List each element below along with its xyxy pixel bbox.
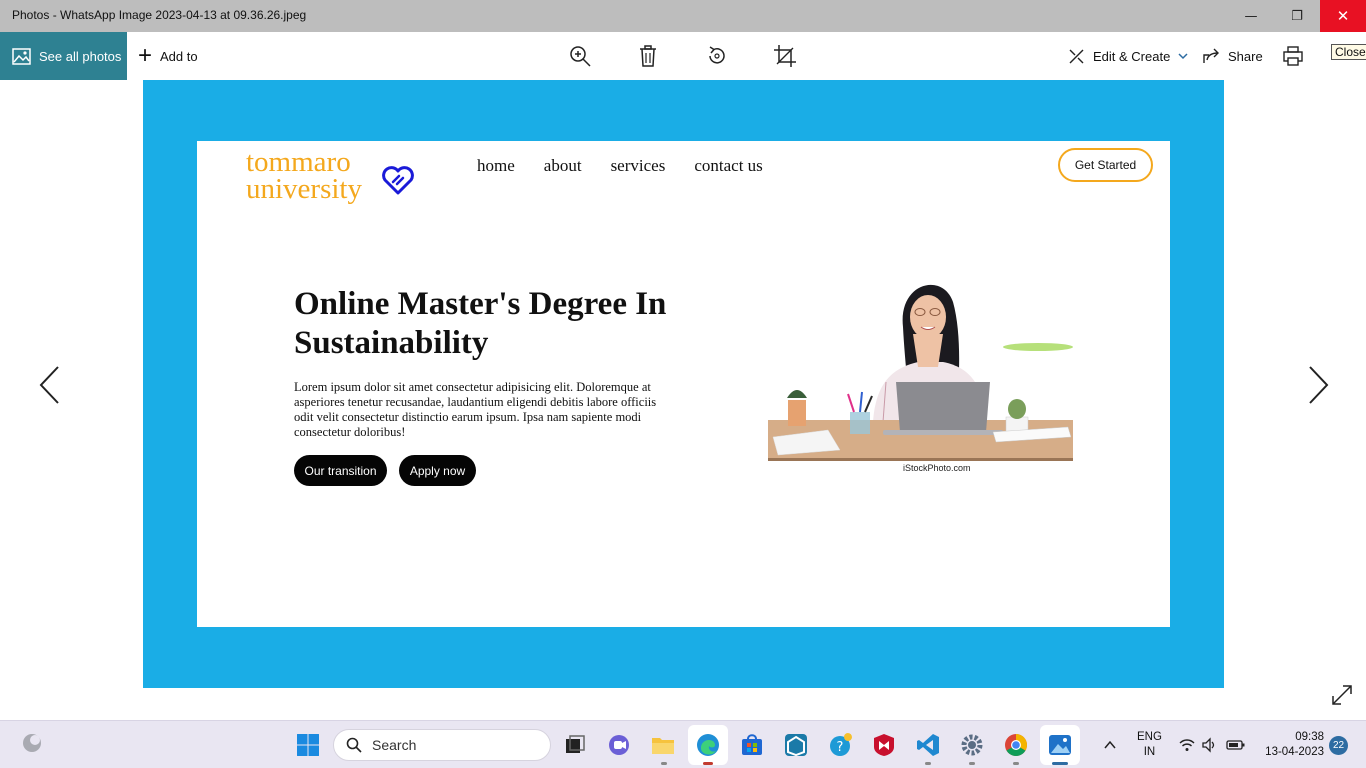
previous-arrow-icon[interactable] [38,365,62,405]
plus-icon: + [138,42,153,69]
vscode-icon[interactable] [916,733,940,757]
share-button[interactable]: Share [1203,32,1263,80]
apply-now-button: Apply now [399,455,476,486]
our-transition-button: Our transition [294,455,387,486]
mcafee-icon[interactable] [872,733,896,757]
language-line-1: ENG [1137,731,1162,743]
settings-running-indicator [969,762,975,765]
chevron-up-icon[interactable] [1103,738,1117,752]
notification-badge[interactable]: 22 [1329,736,1348,755]
photos-running-indicator [1052,762,1068,765]
rotate-icon[interactable] [705,44,729,68]
language-indicator[interactable]: ENG IN [1137,730,1162,760]
explorer-running-indicator [661,762,667,765]
volume-icon[interactable] [1201,737,1217,753]
edit-create-label: Edit & Create [1093,48,1171,64]
share-label: Share [1228,48,1263,64]
edit-create-button[interactable]: Edit & Create [1068,32,1196,80]
teams-chat-icon[interactable] [607,733,631,757]
image-watermark: iStockPhoto.com [903,463,971,473]
nav-services: services [610,156,666,175]
chrome-icon[interactable] [1004,733,1028,757]
clock[interactable]: 09:38 13-04-2023 [1256,730,1324,760]
search-placeholder: Search [372,737,417,753]
logo-line-2: university [246,173,362,205]
hero-headline: Online Master's Degree In Sustainability [294,286,667,361]
minimize-button[interactable]: — [1228,0,1274,32]
help-app-icon[interactable]: ? [828,733,852,757]
photos-app-icon[interactable] [1048,733,1072,757]
photo-toolbar: See all photos + Add to Edit & Create Sh… [0,32,1366,80]
window-title: Photos - WhatsApp Image 2023-04-13 at 09… [12,8,307,22]
share-icon [1203,48,1219,63]
site-nav: home about services contact us [477,156,763,176]
settings-gear-icon[interactable] [960,733,984,757]
wifi-icon[interactable] [1179,737,1195,753]
svg-text:?: ? [837,740,844,755]
clock-time: 09:38 [1295,731,1324,743]
battery-icon[interactable] [1226,737,1246,753]
get-started-button: Get Started [1058,148,1153,182]
edge-icon[interactable] [696,733,720,757]
edit-icon [1069,49,1084,63]
nav-contact-us: contact us [694,156,763,175]
task-view-icon[interactable] [563,733,587,757]
taskbar: Search ? ENG IN 09:38 13-04-2023 22 [0,720,1366,768]
image-viewer: tommaro university home about services c… [0,80,1366,720]
see-all-photos-label: See all photos [39,48,122,64]
delete-icon[interactable] [636,44,660,68]
website-mockup: tommaro university home about services c… [197,141,1170,627]
app-shield-icon[interactable] [784,733,808,757]
taskbar-search[interactable]: Search [333,729,551,761]
language-line-2: IN [1143,746,1156,758]
weather-widget-icon[interactable] [20,731,44,755]
zoom-in-icon[interactable] [568,44,592,68]
nav-home: home [477,156,515,175]
nav-about: about [543,156,582,175]
chrome-running-indicator [1013,762,1019,765]
see-all-photos-button[interactable]: See all photos [0,32,127,80]
print-icon[interactable] [1283,46,1303,66]
heart-logo-icon [382,166,414,195]
displayed-photo: tommaro university home about services c… [143,80,1224,688]
add-to-button[interactable]: + Add to [138,32,198,80]
photos-icon [12,47,31,65]
search-icon [346,737,362,753]
close-tooltip: Close [1331,44,1366,60]
hero-image [768,284,1073,461]
site-logo: tommaro university [246,146,362,205]
title-bar: Photos - WhatsApp Image 2023-04-13 at 09… [0,0,1366,32]
maximize-button[interactable]: ❐ [1274,0,1320,32]
start-icon[interactable] [296,733,320,757]
logo-line-1: tommaro [246,146,351,178]
clock-date: 13-04-2023 [1265,746,1324,758]
hero-body-text: Lorem ipsum dolor sit amet consectetur a… [294,380,657,439]
add-to-label: Add to [160,48,198,64]
close-button[interactable]: ✕ [1320,0,1366,32]
edge-running-indicator [703,762,713,765]
vscode-running-indicator [925,762,931,765]
microsoft-store-icon[interactable] [740,733,764,757]
expand-icon[interactable] [1331,684,1353,706]
next-arrow-icon[interactable] [1306,365,1330,405]
chevron-down-icon [1178,53,1188,60]
file-explorer-icon[interactable] [651,733,675,757]
crop-icon[interactable] [773,44,797,68]
